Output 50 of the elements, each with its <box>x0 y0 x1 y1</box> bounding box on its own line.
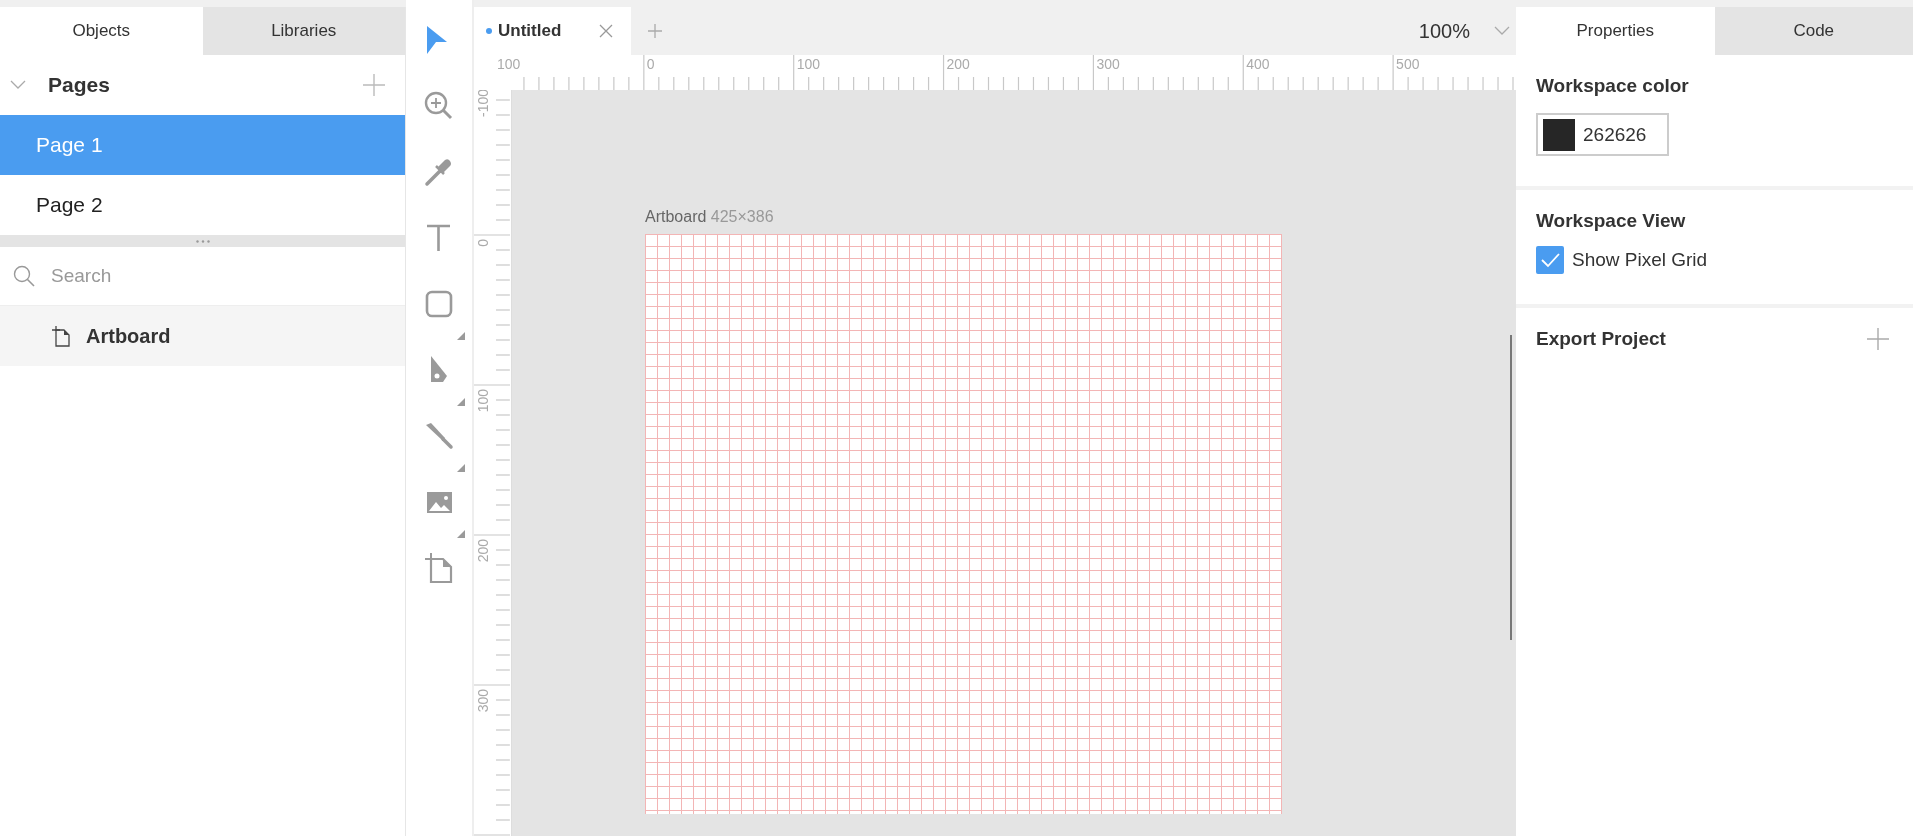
section-title: Export Project <box>1536 328 1666 350</box>
ruler-label: -100 <box>475 90 491 118</box>
layer-item[interactable]: Artboard <box>0 306 405 366</box>
section-title: Pages <box>48 73 111 97</box>
ruler-label: 200 <box>475 539 491 563</box>
checkbox[interactable] <box>1536 246 1564 274</box>
rounded-square-icon[interactable] <box>423 288 455 320</box>
submenu-icon <box>457 398 465 406</box>
scrollbar-thumb[interactable] <box>1510 335 1512 640</box>
artboard-icon[interactable] <box>423 552 455 584</box>
panel-tab[interactable]: Code <box>1714 7 1913 55</box>
document-tab[interactable]: Untitled <box>474 7 631 55</box>
submenu-icon <box>457 530 465 538</box>
artboard[interactable] <box>645 234 1282 814</box>
chevron-icon[interactable] <box>10 80 26 90</box>
search-field[interactable]: Search <box>49 264 353 288</box>
section-title: Workspace View <box>1536 210 1687 232</box>
check-icon <box>1540 252 1560 268</box>
panel-tab[interactable]: Libraries <box>202 7 405 55</box>
ruler-label: 400 <box>1246 56 1270 72</box>
artboard-icon <box>50 325 70 347</box>
add-icon[interactable] <box>1867 328 1889 350</box>
chevron-icon <box>1494 26 1510 36</box>
ruler-label: 500 <box>1396 56 1420 72</box>
page-item[interactable]: Page 2 <box>0 175 405 235</box>
canvas-area[interactable]: Artboard 425×386 <box>512 90 1516 836</box>
submenu-icon <box>457 332 465 340</box>
add-icon[interactable] <box>363 74 385 96</box>
artboard-title: Artboard 425×386 <box>645 208 774 226</box>
zoom-icon[interactable] <box>423 90 455 122</box>
checkbox-label: Show Pixel Grid <box>1572 249 1708 271</box>
ruler-label: 0 <box>646 56 655 72</box>
color-swatch[interactable] <box>1543 118 1575 151</box>
ruler-label: 100 <box>475 389 491 413</box>
search-icon <box>13 265 35 287</box>
ruler-label: 300 <box>1096 56 1120 72</box>
section-title: Workspace color <box>1536 75 1690 97</box>
zoom-dropdown[interactable]: 100% <box>1418 7 1516 55</box>
splitter-handle[interactable] <box>0 235 405 247</box>
ruler-label: 0 <box>475 239 491 247</box>
close-icon[interactable] <box>599 24 613 38</box>
submenu-icon <box>457 464 465 472</box>
ruler-label: 300 <box>475 689 491 713</box>
add-icon <box>648 24 662 38</box>
color-field[interactable]: 262626 <box>1536 113 1669 156</box>
unsaved-dot-icon <box>486 28 492 34</box>
ruler-label: 100 <box>497 56 521 72</box>
ruler-label: 200 <box>946 56 970 72</box>
dots-icon <box>195 239 210 243</box>
ruler-label: 100 <box>796 56 820 72</box>
